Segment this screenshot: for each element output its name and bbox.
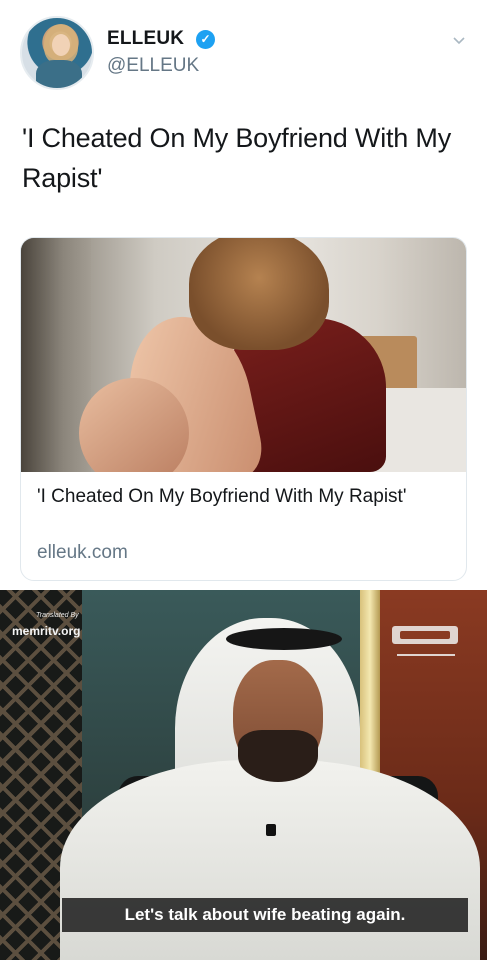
watermark: memritv.org [12,624,81,638]
channel-logo-underline [397,648,455,656]
chevron-down-icon[interactable] [451,32,467,48]
video-still: Translated By memritv.org Let's talk abo… [0,590,487,960]
tweet-text: 'I Cheated On My Boyfriend With My Rapis… [22,123,452,193]
link-card[interactable]: 'I Cheated On My Boyfriend With My Rapis… [20,237,467,581]
card-domain: elleuk.com [37,542,128,563]
card-title: 'I Cheated On My Boyfriend With My Rapis… [37,486,407,507]
verified-badge-icon: ✓ [196,30,215,49]
channel-logo-icon [392,626,458,644]
card-image [21,238,466,472]
display-name[interactable]: ELLEUK [107,28,184,50]
user-handle[interactable]: @ELLEUK [107,55,199,77]
avatar[interactable] [20,16,94,90]
watermark-caption: Translated By [36,612,79,619]
microphone-icon [266,824,276,836]
subtitle: Let's talk about wife beating again. [62,898,468,932]
tweet: ELLEUK ✓ @ELLEUK 'I Cheated On My Boyfri… [0,0,487,590]
